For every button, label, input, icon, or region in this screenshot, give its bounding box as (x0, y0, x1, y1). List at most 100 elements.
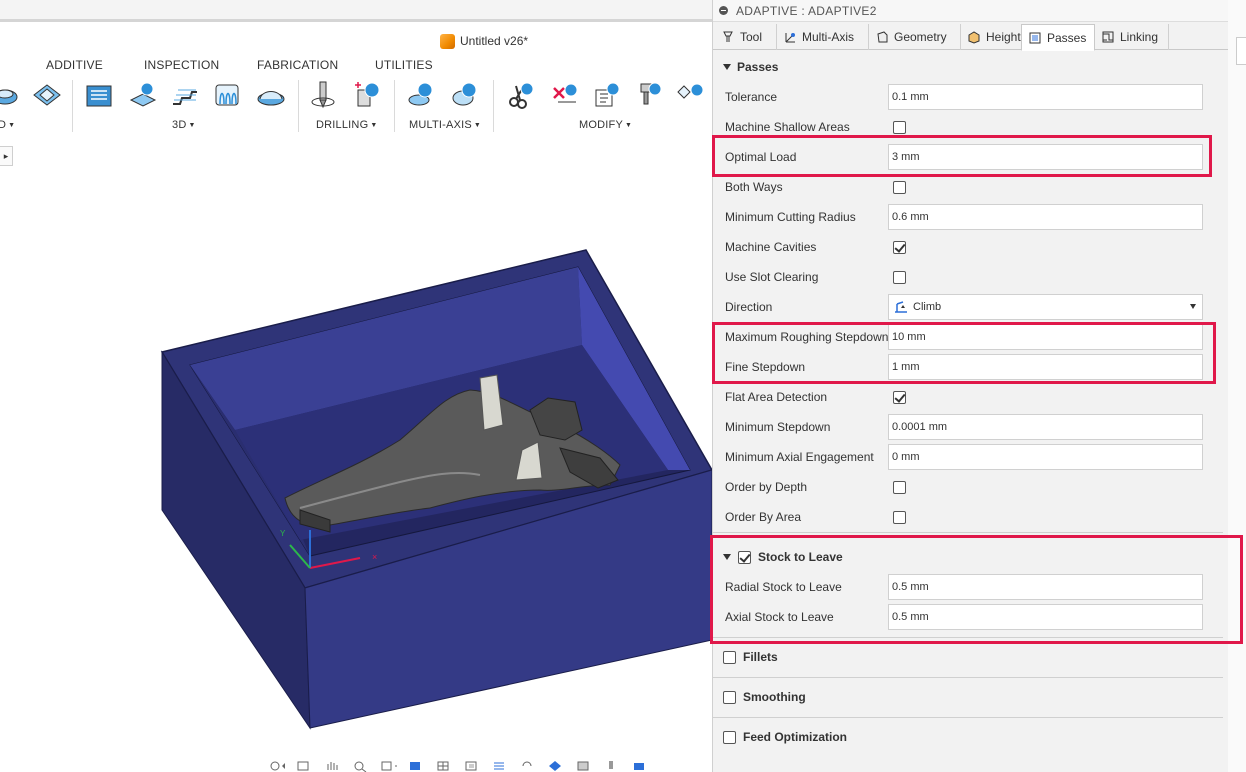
3d-viewport[interactable]: × Y (0, 140, 712, 772)
axial-stock-to-leave-label: Axial Stock to Leave (725, 610, 834, 624)
stock-to-leave-checkbox[interactable] (738, 550, 751, 564)
feed-optimization-checkbox[interactable] (723, 730, 736, 744)
viewports-icon[interactable] (464, 760, 484, 772)
tolerance-input[interactable]: 0.1 mm (888, 84, 1203, 110)
scallop-icon[interactable] (256, 80, 286, 110)
radial-stock-to-leave-input[interactable]: 0.5 mm (888, 574, 1203, 600)
svg-text:Y: Y (280, 529, 286, 538)
group-2d-label[interactable]: D ▼ (0, 119, 15, 131)
tab-fabrication[interactable]: FABRICATION (257, 58, 338, 72)
group-drilling-label[interactable]: DRILLING ▼ (316, 119, 377, 131)
section-divider (713, 532, 1223, 533)
parallel-icon[interactable] (212, 80, 242, 110)
tab-tool[interactable]: Tool (715, 24, 777, 50)
both-ways-checkbox[interactable] (893, 180, 906, 194)
both-ways-label: Both Ways (725, 180, 783, 194)
look-at-icon[interactable] (296, 760, 316, 772)
top-strip (0, 0, 712, 22)
order-by-depth-checkbox[interactable] (893, 480, 906, 494)
tab-multi-axis[interactable]: Multi-Axis (777, 24, 869, 50)
tool-holder-icon[interactable] (634, 80, 664, 110)
fine-stepdown-input[interactable]: 1 mm (888, 354, 1203, 380)
minimum-cutting-radius-input[interactable]: 0.6 mm (888, 204, 1203, 230)
minimum-stepdown-input[interactable]: 0.0001 mm (888, 414, 1203, 440)
adaptive-clearing-icon[interactable] (84, 80, 114, 110)
2d-contour-icon[interactable] (32, 80, 62, 110)
row-fine-stepdown: Fine Stepdown 1 mm (725, 354, 1203, 380)
tab-inspection[interactable]: INSPECTION (144, 58, 219, 72)
chevron-down-icon (1190, 304, 1196, 309)
group-3d-label[interactable]: 3D ▼ (172, 119, 196, 131)
tab-linking[interactable]: Linking (1095, 24, 1169, 50)
pocket-clearing-icon[interactable] (128, 80, 158, 110)
smoothing-checkbox[interactable] (723, 690, 736, 704)
row-flat-area-detection: Flat Area Detection (725, 384, 1203, 410)
pattern-icon[interactable] (676, 80, 706, 110)
minimum-axial-engagement-input[interactable]: 0 mm (888, 444, 1203, 470)
2d-pocket-icon[interactable] (0, 80, 20, 110)
row-use-slot-clearing: Use Slot Clearing (725, 264, 1203, 290)
row-axial-stock-to-leave: Axial Stock to Leave 0.5 mm (725, 604, 1203, 630)
rail-toggle[interactable] (1236, 37, 1246, 65)
use-slot-clearing-label: Use Slot Clearing (725, 270, 819, 284)
tolerance-label: Tolerance (725, 90, 778, 104)
hole-recognition-icon[interactable] (352, 80, 382, 110)
drill-icon[interactable] (308, 80, 338, 110)
steep-shallow-icon[interactable] (170, 80, 200, 110)
use-slot-clearing-checkbox[interactable] (893, 270, 906, 284)
passes-section-header[interactable]: Passes (723, 60, 778, 74)
minimum-cutting-radius-label: Minimum Cutting Radius (725, 210, 856, 224)
machine-shallow-areas-label: Machine Shallow Areas (725, 120, 850, 134)
smoothing-header[interactable]: Smoothing (723, 686, 806, 708)
row-both-ways: Both Ways (725, 174, 1203, 200)
tool-display-icon[interactable] (604, 760, 624, 772)
flat-area-detection-checkbox[interactable] (893, 390, 906, 404)
document-tab[interactable]: Untitled v26* (440, 32, 528, 50)
pan-icon[interactable] (324, 760, 344, 772)
axial-stock-to-leave-input[interactable]: 0.5 mm (888, 604, 1203, 630)
ribbon-separator (493, 80, 494, 132)
group-modify-label[interactable]: MODIFY ▼ (579, 119, 632, 131)
stock-to-leave-header[interactable]: Stock to Leave (723, 546, 843, 568)
optimal-load-input[interactable]: 3 mm (888, 144, 1203, 170)
simulate-icon[interactable] (576, 760, 596, 772)
dialog-header[interactable]: ADAPTIVE : ADAPTIVE2 (713, 0, 1235, 22)
machine-shallow-areas-checkbox[interactable] (893, 120, 906, 134)
collapse-dialog-icon[interactable] (719, 6, 728, 15)
row-optimal-load: Optimal Load 3 mm (725, 144, 1203, 170)
toolpath-display-icon[interactable] (492, 760, 512, 772)
tab-utilities[interactable]: UTILITIES (375, 58, 433, 72)
fillets-checkbox[interactable] (723, 650, 736, 664)
order-by-area-label: Order By Area (725, 510, 802, 524)
collapse-triangle-icon (723, 64, 731, 70)
display-settings-icon[interactable] (408, 760, 428, 772)
machine-cavities-checkbox[interactable] (893, 240, 906, 254)
tab-geometry[interactable]: Geometry (869, 24, 961, 50)
cut-icon[interactable] (506, 80, 536, 110)
swarf-icon[interactable] (406, 80, 436, 110)
fit-icon[interactable] (380, 760, 400, 772)
ribbon: D ▼ 3D ▼ DRILLING ▼ MULTI-AXIS ▼ MODIFY ▼ (0, 78, 712, 136)
machine-display-icon[interactable] (632, 760, 652, 772)
tab-passes[interactable]: Passes (1021, 24, 1095, 51)
order-by-area-checkbox[interactable] (893, 510, 906, 524)
document-title: Untitled v26* (460, 34, 529, 48)
direction-select[interactable]: Climb (888, 294, 1203, 320)
delete-icon[interactable] (550, 80, 580, 110)
group-multi-axis-label[interactable]: MULTI-AXIS ▼ (409, 119, 481, 131)
stock-display-icon[interactable] (548, 760, 568, 772)
maximum-roughing-stepdown-label: Maximum Roughing Stepdown (725, 330, 889, 344)
row-minimum-stepdown: Minimum Stepdown 0.0001 mm (725, 414, 1203, 440)
zoom-icon[interactable] (352, 760, 372, 772)
feed-optimization-title: Feed Optimization (743, 730, 848, 744)
multi-axis-contour-icon[interactable] (450, 80, 480, 110)
rotate-icon[interactable] (520, 760, 540, 772)
maximum-roughing-stepdown-input[interactable]: 10 mm (888, 324, 1203, 350)
orbit-icon[interactable] (268, 760, 288, 772)
tab-additive[interactable]: ADDITIVE (46, 58, 103, 72)
edit-notes-icon[interactable] (592, 80, 622, 110)
feed-optimization-header[interactable]: Feed Optimization (723, 726, 847, 748)
grid-settings-icon[interactable] (436, 760, 456, 772)
design-cube-icon (440, 33, 455, 49)
fillets-header[interactable]: Fillets (723, 646, 778, 668)
